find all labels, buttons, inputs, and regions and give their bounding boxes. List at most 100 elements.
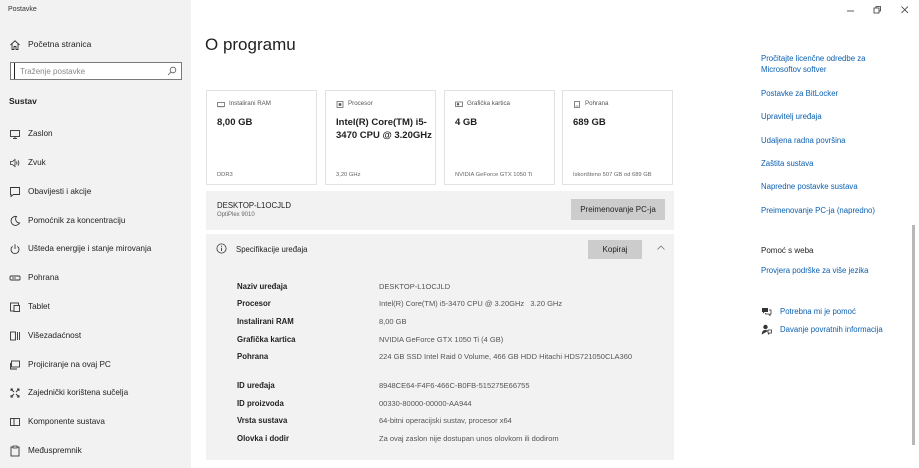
clipboard-icon [10,445,20,457]
spec-key: ID proizvoda [237,399,284,408]
notification-icon [10,187,20,198]
card-title: Procesor [348,100,373,107]
copy-button[interactable]: Kopiraj [588,240,642,259]
sidebar-item-obavijesti[interactable]: Obavijesti i akcije [0,181,191,203]
spec-value: 224 GB SSD Intel Raid 0 Volume, 466 GB H… [379,352,633,361]
sidebar-item-label: Projiciranje na ovaj PC [28,360,111,369]
restore-icon[interactable] [869,4,885,16]
spec-key: Procesor [237,299,271,308]
spec-key: ID uređaja [237,381,275,390]
spec-value: 00330-80000-00000-AA944 [379,399,472,408]
card-title: Pohrana [585,100,609,107]
close-icon[interactable] [897,4,913,16]
app-title: Postavke [8,6,37,13]
speaker-icon [10,158,20,168]
projector-icon [10,360,20,370]
search-input[interactable] [14,63,164,79]
sidebar-item-label: Obavijesti i akcije [28,187,92,196]
license-terms-link[interactable]: Pročitajte licenčne odredbe za Microsoft… [761,53,891,77]
sidebar-item-label: Zvuk [28,158,46,167]
help-chat-icon [762,308,772,317]
sidebar-item-label: Višezadaćnost [28,331,82,340]
sidebar-item-zvuk[interactable]: Zvuk [0,152,191,174]
card-processor: Procesor Intel(R) Core(TM) i5-3470 CPU @… [325,90,436,185]
sidebar-item-usteda-energije[interactable]: Ušteda energije i stanje mirovanja [0,238,191,260]
monitor-icon [10,130,20,139]
sidebar-item-visezadacnost[interactable]: Višezadaćnost [0,325,191,347]
spec-value: NVIDIA GeForce GTX 1050 Ti (4 GB) [379,335,504,344]
sidebar: Postavke Početna stranica Sustav Zaslon … [0,0,191,468]
components-icon [10,418,20,426]
web-help-heading: Pomoć s weba [761,246,814,255]
sidebar-item-label: Zaslon [28,129,53,138]
device-name: DESKTOP-L1OCJLD [217,201,291,210]
shared-experiences-icon [10,388,20,398]
spec-key: Instalirani RAM [237,317,294,326]
sidebar-item-zajednicka-sucelja[interactable]: Zajednički korištena sučelja [0,382,191,404]
card-title: Grafička kartica [467,100,510,107]
sidebar-item-koncentracija[interactable]: Pomoćnik za koncentraciju [0,210,191,232]
tablet-icon [10,302,20,312]
section-label: Sustav [9,96,37,106]
scrollbar[interactable] [912,225,915,445]
card-footer: 3,20 GHz [336,172,361,178]
card-value: 4 GB [455,117,478,128]
sidebar-item-projiciranje[interactable]: Projiciranje na ovaj PC [0,354,191,376]
specs-header[interactable]: Specifikacije uređaja Kopiraj [206,234,674,265]
sidebar-item-komponente[interactable]: Komponente sustava [0,411,191,433]
get-help-label: Potrebna mi je pomoć [780,307,856,316]
minimize-icon[interactable] [843,4,859,16]
card-storage: Pohrana 689 GB Iskorišteno 507 GB od 689… [562,90,673,185]
sidebar-item-tablet[interactable]: Tablet [0,296,191,318]
search-icon[interactable] [167,66,177,76]
chevron-up-icon[interactable] [655,243,667,253]
specs-title: Specifikacije uređaja [236,245,308,254]
spec-key: Olovka i dodir [237,434,289,443]
sidebar-item-label: Ušteda energije i stanje mirovanja [28,244,152,253]
rename-pc-advanced-link[interactable]: Preimenovanje PC-ja (napredno) [761,206,875,215]
spec-value: DESKTOP-L1OCJLD [379,282,451,291]
sidebar-item-pohrana[interactable]: Pohrana [0,267,191,289]
spec-key: Grafička kartica [237,335,296,344]
spec-value: 8,00 GB [379,317,407,326]
spec-value: 8948CE64-F4F6-466C-B0FB-515275E66755 [379,381,530,390]
rename-pc-button[interactable]: Preimenovanje PC-ja [571,199,665,220]
system-protection-link[interactable]: Zaštita sustava [761,159,813,168]
device-model: OptiPlex 9010 [217,212,255,218]
remote-desktop-link[interactable]: Udaljena radna površina [761,136,846,145]
home-icon [10,40,20,50]
feedback-label: Davanje povratnih informacija [780,325,883,334]
spec-value: 64-bitni operacijski sustav, procesor x6… [379,416,512,425]
spec-key: Naziv uređaja [237,282,288,291]
feedback-icon [761,324,772,335]
language-support-link[interactable]: Provjera podrške za više jezika [761,266,868,275]
ram-icon [217,102,225,108]
page-title: O programu [205,35,296,54]
storage-icon [9,275,21,281]
card-title: Instalirani RAM [229,100,271,107]
advanced-system-settings-link[interactable]: Napredne postavke sustava [761,182,858,191]
sidebar-item-label: Pomoćnik za koncentraciju [28,216,126,225]
card-graphics: Grafička kartica 4 GB NVIDIA GeForce GTX… [444,90,555,185]
sidebar-home[interactable]: Početna stranica [0,36,191,54]
multitask-icon [10,331,20,341]
bitlocker-link[interactable]: Postavke za BitLocker [761,89,838,98]
sidebar-item-label: Komponente sustava [28,417,105,426]
search-box[interactable] [10,62,182,80]
sidebar-item-label: Pohrana [28,273,59,282]
card-value: 8,00 GB [217,117,253,128]
card-value: Intel(R) Core(TM) i5-3470 CPU @ 3.20GHz [336,117,432,141]
specs-body: Naziv uređaja DESKTOP-L1OCJLD Procesor I… [206,265,674,460]
gpu-icon [455,101,463,107]
info-icon [216,243,227,254]
sidebar-item-label: Zajednički korištena sučelja [28,388,129,397]
cpu-icon [336,101,344,108]
card-ram: Instalirani RAM 8,00 GB DDR3 [206,90,317,185]
device-bar: DESKTOP-L1OCJLD OptiPlex 9010 Preimenova… [206,191,674,230]
card-value: 689 GB [573,117,606,128]
device-manager-link[interactable]: Upravitelj uređaja [761,112,822,121]
sidebar-item-zaslon[interactable]: Zaslon [0,123,191,145]
spec-key: Pohrana [237,352,269,361]
sidebar-item-meduspremnik[interactable]: Međuspremnik [0,440,191,462]
spec-key: Vrsta sustava [237,416,288,425]
